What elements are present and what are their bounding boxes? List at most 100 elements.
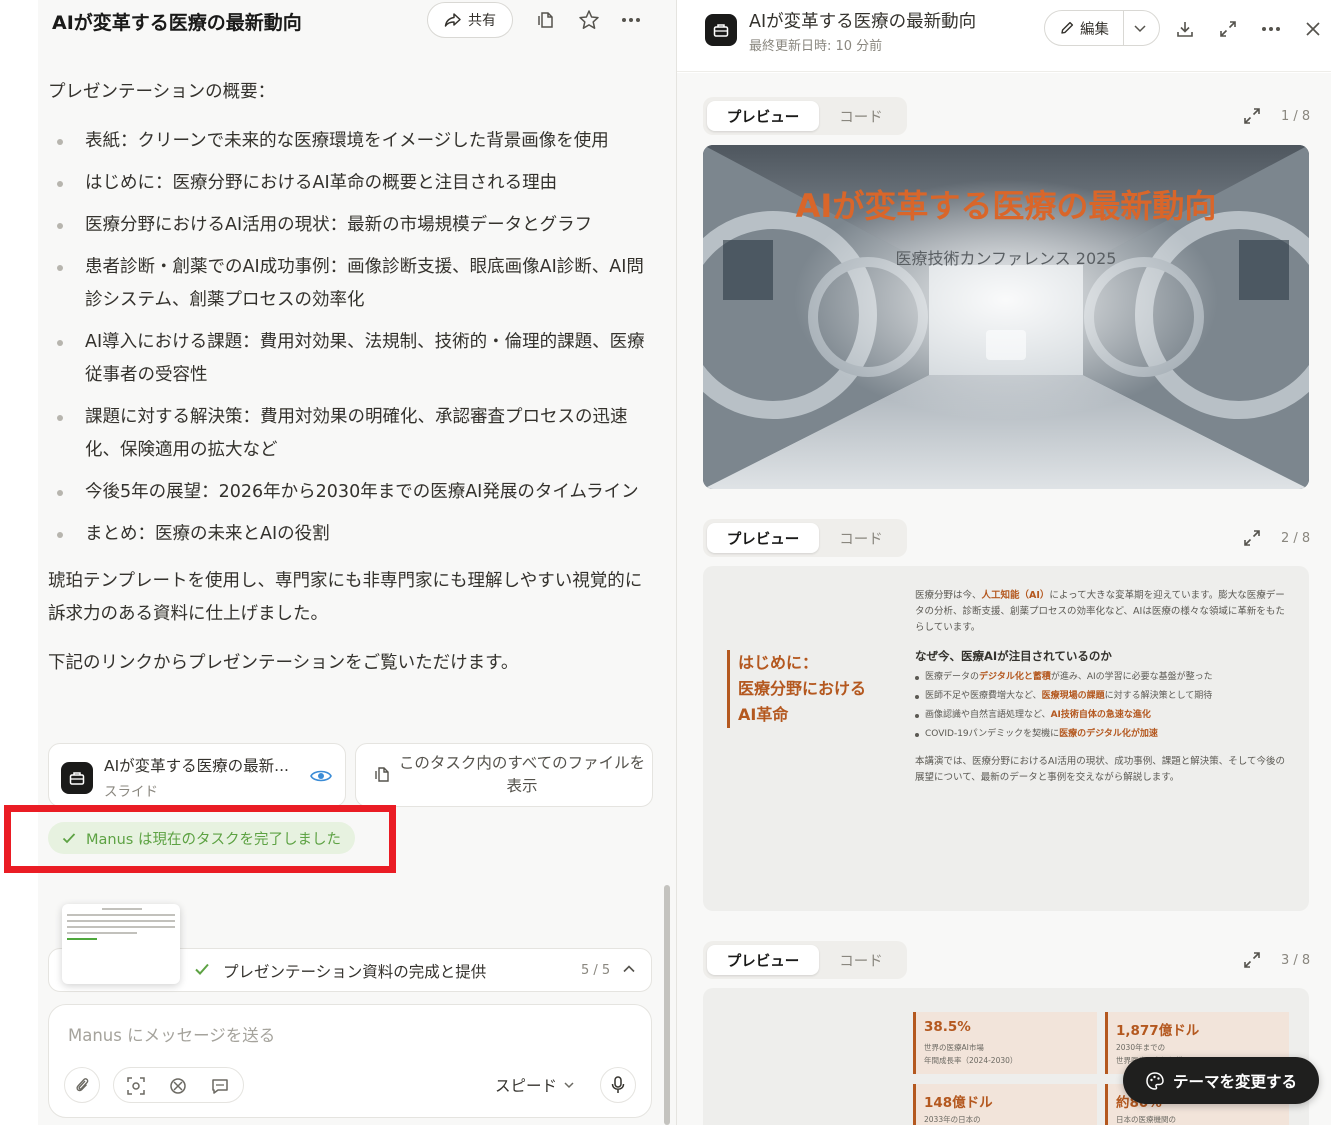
slide-1-title: AIが変革する医療の最新動向: [795, 187, 1217, 225]
heading-line: はじめに：: [738, 653, 819, 672]
message-composer[interactable]: Manus にメッセージを送る スピード: [48, 1004, 652, 1118]
terminal-thumbnail[interactable]: [62, 904, 180, 984]
voice-button[interactable]: [600, 1067, 636, 1103]
artifact-panel: AIが変革する医療の最新動向 最終更新日時: 10 分前 編集 プレビュー コー…: [676, 0, 1331, 1125]
slides-app-icon: [705, 14, 737, 46]
scan-icon[interactable]: [126, 1076, 146, 1096]
eye-icon[interactable]: [309, 766, 333, 786]
change-theme-label: テーマを変更する: [1172, 1072, 1297, 1091]
slide-2-closing: 本講演では、医療分野におけるAI活用の現状、成功事例、課題と解決策、そして今後の…: [915, 756, 1286, 783]
view-all-files-card[interactable]: このタスク内のすべてのファイルを表示: [355, 743, 653, 807]
tab-code[interactable]: コード: [819, 523, 903, 553]
expand-icon[interactable]: [1242, 106, 1262, 126]
accent-bar: [727, 650, 730, 728]
slide-1-subtitle: 医療技術カンファレンス 2025: [895, 249, 1117, 268]
files-icon: [375, 767, 389, 782]
summary-text: 琥珀テンプレートを使用し、専門家にも非専門家にも理解しやすい視覚的に訴求力のある…: [48, 571, 643, 624]
edit-button-group: 編集: [1044, 10, 1160, 46]
check-icon: [195, 963, 209, 975]
tab-code[interactable]: コード: [819, 101, 903, 131]
slide-2-subhead: なぜ今、医療AIが注目されているのか: [915, 649, 1112, 663]
tab-code[interactable]: コード: [819, 945, 903, 975]
attachment-name: AIが変革する医療の最新...: [104, 757, 289, 775]
list-item: COVID-19パンデミックを契機に医療のデジタル化が加速: [915, 725, 1291, 744]
assistant-message: プレゼンテーションの概要： 表紙：クリーンで未来的な医療環境をイメージした背景画…: [48, 76, 658, 696]
chevron-down-icon: [564, 1082, 574, 1089]
pencil-icon: [1061, 21, 1074, 34]
fullscreen-icon[interactable]: [1217, 18, 1239, 40]
stat-card: 38.5% 世界の医療AI市場 年間成長率（2024-2030）: [913, 1012, 1097, 1074]
chevron-up-icon[interactable]: [621, 961, 637, 977]
artifact-title: AIが変革する医療の最新動向: [749, 12, 977, 32]
view-all-files-label: このタスク内のすべてのファイルを表示: [398, 754, 646, 795]
stat-value: 1,877億ドル: [1116, 1023, 1200, 1039]
chat-header: AIが変革する医療の最新動向 共有: [38, 0, 676, 42]
slides-app-icon: [61, 762, 93, 794]
list-item: 医師不足や医療費増大など、医療現場の課題に対する解決策として期待: [915, 687, 1291, 706]
outline-intro: プレゼンテーションの概要：: [48, 82, 276, 102]
mode-selector[interactable]: スピード: [495, 1074, 575, 1096]
slide-1-preview[interactable]: AIが変革する医療の最新動向 医療技術カンファレンス 2025: [703, 145, 1309, 489]
page-indicator: 3 / 8: [1281, 953, 1311, 968]
slides-list: プレビュー コード 1 / 8 AIが変革する医療の最新動向 医療技術カンファレ…: [677, 73, 1331, 1125]
artifact-header: AIが変革する医療の最新動向 最終更新日時: 10 分前 編集: [677, 0, 1331, 72]
more-icon[interactable]: [619, 8, 643, 32]
list-item: 課題に対する解決策：費用対効果の明確化、承認審査プロセスの迅速化、保険適用の拡大…: [48, 401, 658, 467]
slide-2-heading: はじめに： 医療分野における AI革命: [738, 650, 866, 728]
attachment-cards: AIが変革する医療の最新... スライド このタスク内のすべてのファイルを表示: [48, 743, 654, 807]
stat-value: 38.5%: [924, 1019, 971, 1035]
attach-button[interactable]: [64, 1067, 100, 1103]
palette-icon: [1146, 1071, 1164, 1090]
slide-2-intro: 医療分野は今、人工知能（AI）によって大きな変革期を迎えています。膨大な医療デー…: [915, 590, 1285, 633]
stat-card: 148億ドル 2033年の日本の: [913, 1084, 1097, 1125]
page-indicator: 1 / 8: [1281, 109, 1311, 124]
download-icon[interactable]: [1174, 18, 1196, 40]
tab-preview[interactable]: プレビュー: [707, 101, 819, 131]
heading-line: AI革命: [738, 705, 789, 724]
attachment-type: スライド: [104, 784, 158, 800]
left-gutter: [0, 0, 38, 1125]
more-icon[interactable]: [1260, 18, 1282, 40]
edit-label: 編集: [1080, 21, 1109, 38]
list-item: 医療分野におけるAI活用の現状：最新の市場規模データとグラフ: [48, 209, 658, 242]
list-item: 今後5年の展望：2026年から2030年までの医療AI発展のタイムライン: [48, 476, 658, 509]
list-item: 画像認識や自然言語処理など、AI技術自体の急速な進化: [915, 706, 1291, 725]
outline-list: 表紙：クリーンで未来的な医療環境をイメージした背景画像を使用 はじめに：医療分野…: [48, 125, 658, 551]
share-button[interactable]: 共有: [427, 2, 513, 38]
expand-icon[interactable]: [1242, 528, 1262, 548]
file-copy-icon[interactable]: [534, 8, 558, 32]
star-icon[interactable]: [577, 8, 601, 32]
message-input[interactable]: Manus にメッセージを送る: [68, 1022, 275, 1046]
change-theme-button[interactable]: テーマを変更する: [1123, 1057, 1319, 1104]
tab-preview[interactable]: プレビュー: [707, 523, 819, 553]
share-label: 共有: [468, 13, 496, 29]
stat-value: 148億ドル: [924, 1095, 993, 1111]
chevron-down-icon[interactable]: [1131, 19, 1149, 37]
mode-label: スピード: [495, 1077, 558, 1095]
connector-icon[interactable]: [168, 1076, 188, 1096]
task-label: プレゼンテーション資料の完成と提供: [223, 963, 487, 981]
microphone-icon: [611, 1076, 625, 1093]
list-item: まとめ：医療の未来とAIの役割: [48, 518, 658, 551]
stat-label: 2033年の日本の: [924, 1115, 981, 1124]
task-count: 5 / 5: [581, 963, 611, 978]
tab-preview[interactable]: プレビュー: [707, 945, 819, 975]
close-icon[interactable]: [1302, 18, 1324, 40]
slide-attachment-card[interactable]: AIが変革する医療の最新... スライド: [48, 743, 346, 807]
tool-group: [113, 1067, 244, 1103]
view-toggle: プレビュー コード: [703, 519, 907, 557]
last-updated: 最終更新日時: 10 分前: [749, 39, 883, 54]
list-item: 患者診断・創薬でのAI成功事例：画像診断支援、眼底画像AI診断、AI問診システム…: [48, 251, 658, 317]
stat-label: 日本の医療機関の: [1116, 1115, 1176, 1124]
heading-line: 医療分野における: [738, 679, 867, 698]
scrollbar[interactable]: [664, 885, 670, 1125]
slide-2-preview[interactable]: はじめに： 医療分野における AI革命 医療分野は今、人工知能（AI）によって大…: [703, 566, 1309, 911]
share-icon: [444, 13, 461, 27]
chat-icon[interactable]: [210, 1076, 230, 1096]
list-item: AI導入における課題：費用対効果、法規制、技術的・倫理的課題、医療従事者の受容性: [48, 326, 658, 392]
expand-icon[interactable]: [1242, 950, 1262, 970]
view-toggle: プレビュー コード: [703, 941, 907, 979]
edit-button[interactable]: 編集: [1045, 11, 1124, 45]
paperclip-icon: [76, 1078, 89, 1092]
list-item: 表紙：クリーンで未来的な医療環境をイメージした背景画像を使用: [48, 125, 658, 158]
